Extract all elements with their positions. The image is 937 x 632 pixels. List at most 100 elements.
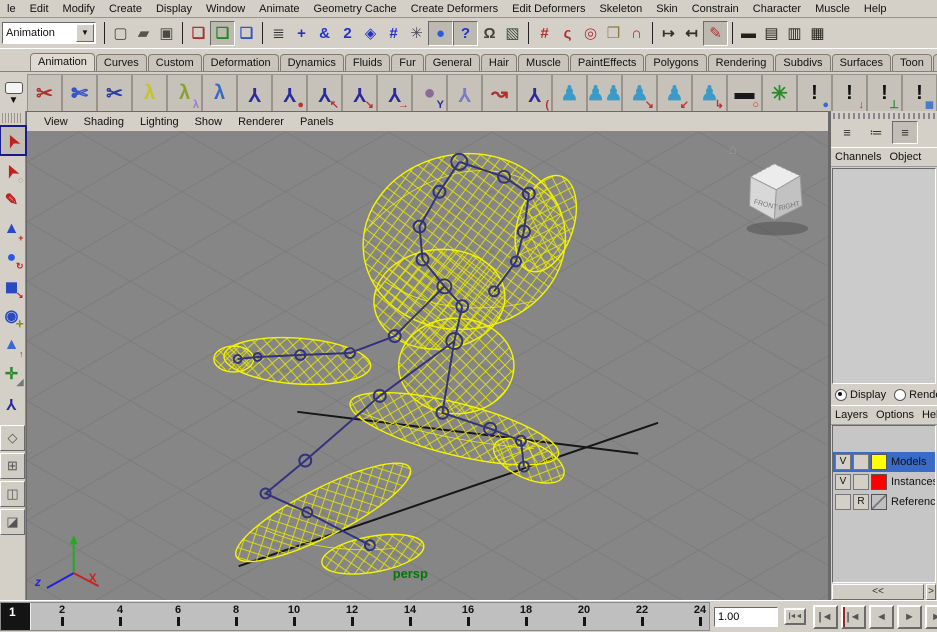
play-backwards-button[interactable]: ◄ [869, 605, 894, 629]
timeline-frame[interactable]: 4 [91, 603, 149, 630]
layout-persp-outliner-button[interactable]: ◫ [0, 481, 25, 507]
toolbox-grip[interactable] [2, 113, 23, 123]
shelf-tab[interactable]: General [425, 54, 480, 71]
shelf-tab[interactable]: Surfaces [832, 54, 891, 71]
layer-row[interactable]: V Models [833, 452, 935, 472]
home-icon[interactable]: ⌂ [729, 141, 737, 157]
timeline-frame[interactable]: 22 [613, 603, 671, 630]
select-component-icon[interactable]: ❏ [235, 22, 258, 45]
shelf-detach-skin-icon[interactable]: Y [447, 74, 482, 112]
timeline-frame[interactable]: 2 [33, 603, 91, 630]
layer-row[interactable]: V Instances [833, 472, 935, 492]
menu-item[interactable]: Skin [649, 2, 684, 16]
menu-item[interactable]: Edit [23, 2, 56, 16]
shelf-character-mirror-icon[interactable]: ♟♟ [587, 74, 622, 112]
shelf-warn-arrow-icon[interactable]: ! ↓ [832, 74, 867, 112]
shelf-character-bake-icon[interactable]: ♟ ↳ [692, 74, 727, 112]
shelf-tab[interactable]: Polygons [645, 54, 706, 71]
shelf-tab[interactable]: Fur [391, 54, 424, 71]
timeline-frame[interactable]: 14 [381, 603, 439, 630]
menu-item[interactable]: Edit Deformers [505, 2, 592, 16]
show-manipulator-tool[interactable]: ✛ ◢ [0, 359, 25, 388]
lock-selection-icon[interactable]: Ω [478, 22, 501, 45]
ipr-render-icon[interactable]: ▥ [783, 22, 806, 45]
shelf-spline-ik-icon[interactable]: Y ( [517, 74, 552, 112]
menu-item[interactable]: Create [102, 2, 149, 16]
layer-reference-toggle[interactable]: R [853, 494, 869, 510]
menu-item[interactable]: Help [857, 2, 894, 16]
channel-layout-detail-icon[interactable]: ≔ [863, 121, 889, 144]
construction-history-icon[interactable]: ✎ [703, 21, 728, 46]
shelf-tab[interactable]: Hair [481, 54, 517, 71]
layer-editor-menu-item[interactable]: Options [874, 408, 920, 422]
scale-tool[interactable]: ◼ ↘ [0, 272, 25, 301]
output-connections-icon[interactable]: ↤ [680, 22, 703, 45]
shelf-key-icon[interactable]: ✂ [27, 74, 62, 112]
menu-item[interactable]: Animate [252, 2, 306, 16]
menu-item[interactable]: Display [149, 2, 199, 16]
shelf-character-icon[interactable]: ♟ [552, 74, 587, 112]
timeline-frame[interactable]: 12 [323, 603, 381, 630]
lasso-select-tool[interactable]: ➤ ◌ [0, 156, 25, 185]
layout-four-pane-button[interactable]: ⊞ [0, 453, 25, 479]
select-curve-points-icon[interactable]: & [313, 22, 336, 45]
timeline-frame[interactable]: 20 [555, 603, 613, 630]
snap-point-icon[interactable]: ◎ [579, 22, 602, 45]
shelf-walk-cycle-icon[interactable]: λ λ [167, 74, 202, 112]
shelf-tab[interactable]: Rendering [708, 54, 775, 71]
timeline-strip[interactable]: 1 2 4 6 8 [0, 602, 710, 631]
select-rendering-icon[interactable]: ● [428, 21, 453, 46]
channel-box-menu-item[interactable]: Object [887, 150, 927, 164]
shelf-key-scale-icon[interactable]: ✂ [97, 74, 132, 112]
display-radio[interactable]: Display [835, 389, 886, 401]
shelf-tab[interactable]: nCloth [933, 54, 937, 71]
shelf-tab[interactable]: PaintEffects [570, 54, 645, 71]
layer-visibility-toggle[interactable]: V [835, 454, 851, 470]
shelf-ik-handle-icon[interactable]: Y ● [272, 74, 307, 112]
timeline-frame[interactable]: 16 [439, 603, 497, 630]
shelf-tab[interactable]: Muscle [518, 54, 569, 71]
highlight-selection-icon[interactable]: ▧ [501, 22, 524, 45]
channel-layout-list-icon[interactable]: ≡ [834, 121, 860, 144]
go-to-range-start-button[interactable]: |◄◄ [784, 608, 806, 625]
viewport-menu-item[interactable]: Panels [293, 115, 341, 129]
snap-surface-icon[interactable]: ❒ [602, 22, 625, 45]
menu-item[interactable]: Skeleton [592, 2, 649, 16]
menu-item[interactable]: Constrain [685, 2, 746, 16]
shelf-tab[interactable]: Curves [96, 54, 147, 71]
save-scene-icon[interactable]: ▣ [155, 22, 178, 45]
layer-reference-toggle[interactable] [853, 454, 869, 470]
select-hierarchy-icon[interactable]: ❏ [187, 22, 210, 45]
move-tool[interactable]: ▲ + [0, 214, 25, 243]
layer-reference-toggle[interactable] [853, 474, 869, 490]
layer-visibility-toggle[interactable] [835, 494, 851, 510]
layer-row[interactable]: R Reference [833, 492, 935, 512]
select-surfaces-icon[interactable]: ◈ [359, 22, 382, 45]
channel-box-list[interactable] [832, 168, 936, 384]
snap-curve-icon[interactable]: ς [556, 22, 579, 45]
shelf-character-move-icon[interactable]: ♟ ↙ [657, 74, 692, 112]
layer-color-swatch[interactable] [871, 494, 887, 510]
shelf-character-attach-icon[interactable]: ♟ ↘ [622, 74, 657, 112]
shelf-popup-icon[interactable] [5, 82, 23, 94]
select-tool[interactable]: ➤ [0, 125, 27, 156]
timeline-frame[interactable]: 6 [149, 603, 207, 630]
chevron-down-icon[interactable]: ▼ [76, 24, 94, 42]
viewport-menu-item[interactable]: Shading [77, 115, 131, 129]
step-forward-button[interactable]: ► [925, 605, 937, 629]
menu-set-selector[interactable]: Animation ▼ [2, 22, 96, 44]
timeline-frame[interactable]: 24 [671, 603, 729, 630]
shelf-tab[interactable]: Toon [892, 54, 932, 71]
select-deformations-icon[interactable]: # [382, 22, 405, 45]
shelf-insert-joint-icon[interactable]: Y → [377, 74, 412, 112]
go-to-start-button[interactable]: |◄ [813, 605, 838, 629]
snap-align-icon[interactable]: ∩ [625, 22, 648, 45]
current-frame-marker[interactable]: 1 [1, 603, 31, 630]
open-scene-icon[interactable]: ▰ [132, 22, 155, 45]
shelf-playblast-icon[interactable]: ▬ ○ [727, 74, 762, 112]
menu-item[interactable]: Character [746, 2, 808, 16]
menu-item[interactable]: Modify [56, 2, 102, 16]
select-misc-icon[interactable]: ? [453, 21, 478, 46]
universal-manipulator-tool[interactable]: ◉ ✛ [0, 301, 25, 330]
layer-color-swatch[interactable] [871, 454, 887, 470]
